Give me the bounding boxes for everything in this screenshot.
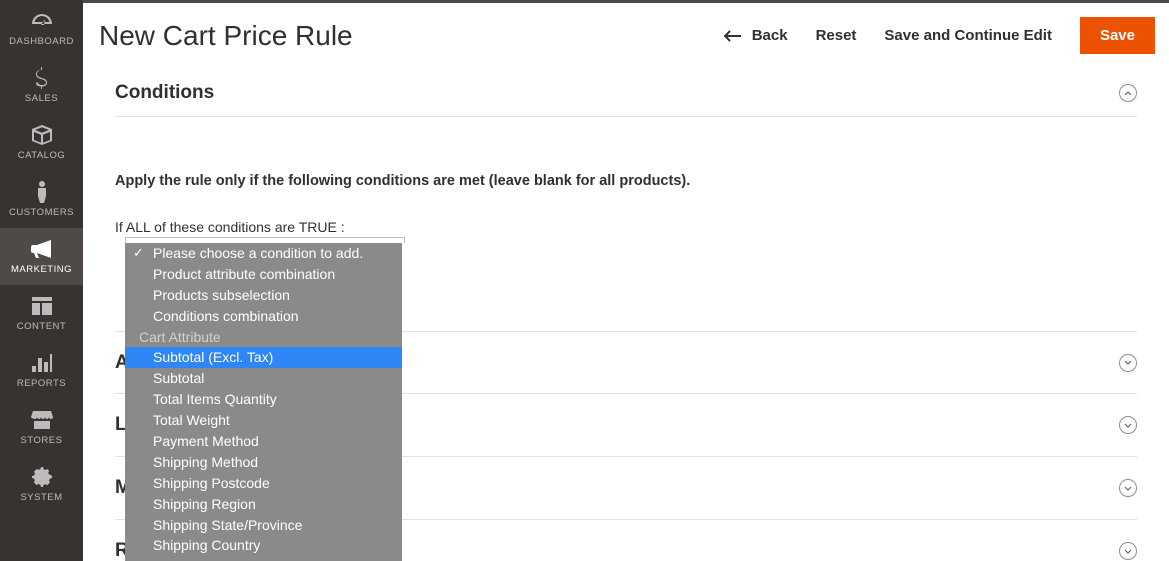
sidebar-item-content[interactable]: CONTENT [0,285,83,342]
sidebar-item-sales[interactable]: SALES [0,57,83,114]
page-header: New Cart Price Rule Back Reset Save and … [83,3,1169,68]
conditions-section-header[interactable]: Conditions [115,78,1137,117]
rule-line: If ALL of these conditions are TRUE : Pl… [115,219,1137,235]
dd-customer-segment[interactable]: Customer Segment [125,556,402,561]
sidebar: DASHBOARD SALES CATALOG CUSTOMERS MARKET… [0,0,83,561]
person-icon [36,181,48,203]
sidebar-item-marketing[interactable]: MARKETING [0,228,83,285]
dd-product-attr-combo[interactable]: Product attribute combination [125,264,402,285]
dd-shipping-method[interactable]: Shipping Method [125,452,402,473]
conditions-title: Conditions [115,82,214,104]
condition-dropdown[interactable]: Please choose a condition to add. Produc… [125,241,402,561]
main-content: New Cart Price Rule Back Reset Save and … [83,0,1169,561]
store-icon [31,409,53,431]
chevron-up-icon [1119,84,1137,102]
chevron-down-icon [1119,416,1137,434]
dashboard-icon [30,10,54,32]
megaphone-icon [31,238,53,260]
dd-shipping-country[interactable]: Shipping Country [125,535,402,556]
chevron-down-icon [1119,354,1137,372]
sidebar-label-dashboard: DASHBOARD [9,36,74,47]
chevron-down-icon [1119,542,1137,560]
gear-icon [32,466,52,488]
sidebar-label-customers: CUSTOMERS [9,207,74,218]
sidebar-item-catalog[interactable]: CATALOG [0,114,83,171]
dd-total-weight[interactable]: Total Weight [125,410,402,431]
sidebar-item-stores[interactable]: STORES [0,399,83,456]
sidebar-label-reports: REPORTS [17,378,66,389]
reset-button[interactable]: Reset [816,27,857,44]
sidebar-label-system: SYSTEM [20,492,62,503]
sidebar-label-marketing: MARKETING [11,264,72,275]
dd-products-subselection[interactable]: Products subselection [125,285,402,306]
sidebar-label-stores: STORES [21,435,63,446]
sidebar-item-customers[interactable]: CUSTOMERS [0,171,83,228]
save-continue-button[interactable]: Save and Continue Edit [884,27,1052,44]
page-title: New Cart Price Rule [99,20,724,52]
dd-shipping-region[interactable]: Shipping Region [125,494,402,515]
box-icon [31,124,53,146]
sidebar-label-content: CONTENT [17,321,66,332]
chart-icon [32,352,52,374]
back-label: Back [752,27,788,44]
arrow-left-icon [724,30,742,42]
dd-total-items-qty[interactable]: Total Items Quantity [125,389,402,410]
sidebar-label-catalog: CATALOG [18,150,66,161]
layout-icon [32,295,52,317]
dd-placeholder[interactable]: Please choose a condition to add. [125,243,402,264]
sidebar-label-sales: SALES [25,93,58,104]
sidebar-item-system[interactable]: SYSTEM [0,456,83,513]
chevron-down-icon [1119,479,1137,497]
dollar-icon [35,67,49,89]
sidebar-item-dashboard[interactable]: DASHBOARD [0,0,83,57]
dd-shipping-state[interactable]: Shipping State/Province [125,515,402,536]
dd-shipping-postcode[interactable]: Shipping Postcode [125,473,402,494]
dd-conditions-combination[interactable]: Conditions combination [125,306,402,327]
save-button[interactable]: Save [1080,17,1155,54]
rule-value[interactable]: TRUE [299,219,337,235]
dd-payment-method[interactable]: Payment Method [125,431,402,452]
sidebar-item-reports[interactable]: REPORTS [0,342,83,399]
back-button[interactable]: Back [724,27,788,44]
dd-group-cart-attribute: Cart Attribute [125,327,402,348]
conditions-instruction: Apply the rule only if the following con… [115,173,1137,189]
dd-subtotal[interactable]: Subtotal [125,368,402,389]
dd-subtotal-excl-tax[interactable]: Subtotal (Excl. Tax) [125,347,402,368]
rule-aggregator[interactable]: ALL [126,219,150,235]
